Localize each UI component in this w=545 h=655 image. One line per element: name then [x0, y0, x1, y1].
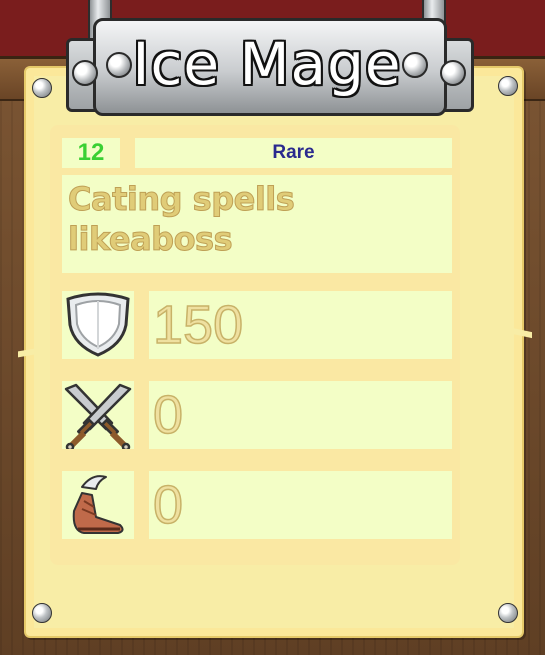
nail-icon: [32, 603, 52, 623]
description-text: Cating spells likeaboss: [68, 180, 296, 259]
description-box: Cating spells likeaboss: [62, 175, 452, 273]
nail-icon: [498, 603, 518, 623]
card-title: Ice Mage: [132, 30, 402, 98]
attack-icon-cell: [62, 381, 134, 449]
speed-icon-cell: [62, 471, 134, 539]
speed-value: 0: [152, 474, 184, 536]
crossed-swords-icon: [64, 383, 132, 449]
rarity-label: Rare: [135, 138, 452, 168]
defense-value-box: 150: [149, 291, 452, 359]
attack-value-box: 0: [149, 381, 452, 449]
level-badge: 12: [62, 138, 120, 168]
defense-icon-cell: [62, 291, 134, 359]
nail-icon: [32, 78, 52, 98]
defense-value: 150: [152, 294, 244, 356]
nail-icon: [498, 76, 518, 96]
shield-icon: [66, 292, 130, 357]
speed-value-box: 0: [149, 471, 452, 539]
winged-sandal-icon: [72, 475, 124, 534]
plate-bolt-icon: [440, 60, 466, 86]
attack-value: 0: [152, 384, 184, 446]
